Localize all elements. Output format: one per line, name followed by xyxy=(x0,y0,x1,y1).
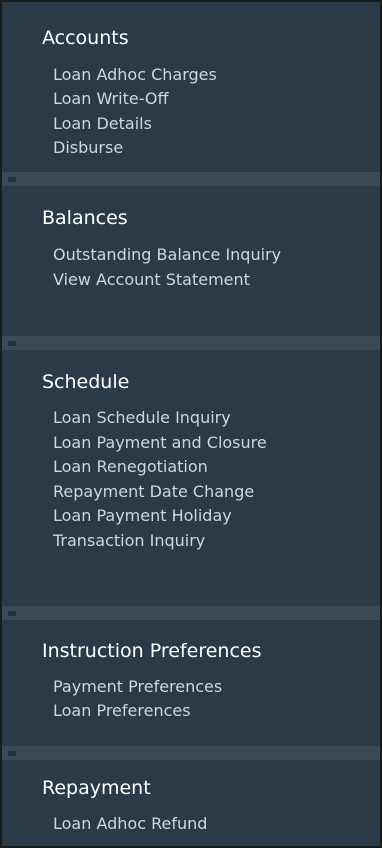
section-title-instruction-preferences: Instruction Preferences xyxy=(42,640,262,662)
menu-item-loan-write-off[interactable]: Loan Write-Off xyxy=(53,89,169,109)
menu-item-loan-payment-holiday[interactable]: Loan Payment Holiday xyxy=(53,506,232,526)
section-title-accounts: Accounts xyxy=(42,27,129,49)
menu-item-payment-preferences[interactable]: Payment Preferences xyxy=(53,677,222,697)
section-accounts: Accounts Loan Adhoc Charges Loan Write-O… xyxy=(2,2,380,172)
section-title-schedule: Schedule xyxy=(42,371,130,393)
menu-item-repayment-date-change[interactable]: Repayment Date Change xyxy=(53,482,254,502)
section-divider xyxy=(2,336,380,350)
section-divider xyxy=(2,746,380,760)
section-balances: Balances Outstanding Balance Inquiry Vie… xyxy=(2,186,380,336)
section-divider xyxy=(2,172,380,186)
menu-item-loan-adhoc-refund[interactable]: Loan Adhoc Refund xyxy=(53,814,207,834)
menu-item-loan-renegotiation[interactable]: Loan Renegotiation xyxy=(53,457,208,477)
navigation-menu: Accounts Loan Adhoc Charges Loan Write-O… xyxy=(0,0,382,848)
menu-item-loan-adhoc-charges[interactable]: Loan Adhoc Charges xyxy=(53,65,217,85)
menu-item-disburse[interactable]: Disburse xyxy=(53,138,123,158)
menu-item-transaction-inquiry[interactable]: Transaction Inquiry xyxy=(53,531,205,551)
section-title-repayment: Repayment xyxy=(42,777,151,799)
menu-item-loan-payment-and-closure[interactable]: Loan Payment and Closure xyxy=(53,433,267,453)
menu-item-outstanding-balance-inquiry[interactable]: Outstanding Balance Inquiry xyxy=(53,245,281,265)
section-title-balances: Balances xyxy=(42,207,128,229)
section-divider xyxy=(2,606,380,620)
menu-item-loan-details[interactable]: Loan Details xyxy=(53,114,152,134)
menu-item-loan-preferences[interactable]: Loan Preferences xyxy=(53,701,191,721)
menu-item-view-account-statement[interactable]: View Account Statement xyxy=(53,270,250,290)
section-schedule: Schedule Loan Schedule Inquiry Loan Paym… xyxy=(2,350,380,606)
menu-item-loan-schedule-inquiry[interactable]: Loan Schedule Inquiry xyxy=(53,408,231,428)
section-repayment: Repayment Loan Adhoc Refund xyxy=(2,760,380,846)
section-instruction-preferences: Instruction Preferences Payment Preferen… xyxy=(2,620,380,746)
